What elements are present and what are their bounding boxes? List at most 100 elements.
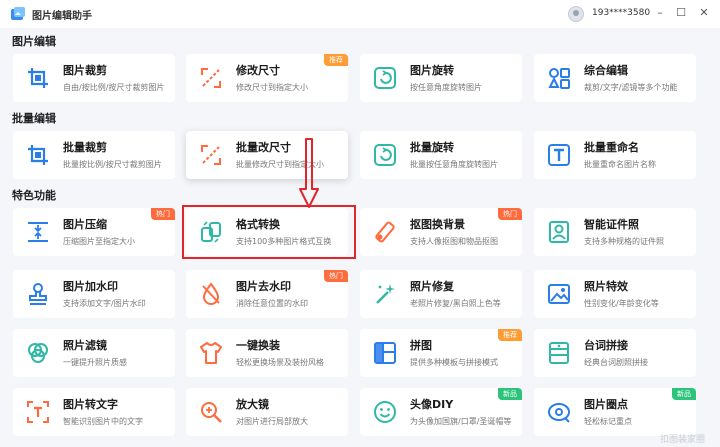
- section-title-batch: 批量编辑: [12, 112, 56, 125]
- card-outfit-change[interactable]: 一键换装 轻松更换场景及装扮风格: [186, 329, 348, 377]
- card-name: 图片裁剪: [63, 64, 107, 77]
- close-button[interactable]: ✕: [696, 5, 712, 21]
- card-subtitle-stitch[interactable]: 台词拼接 经典台词剧照拼接: [534, 329, 696, 377]
- card-desc: 批量按任意角度旋转图片: [410, 160, 498, 169]
- card-desc: 裁剪/文字/滤镜等多个功能: [584, 83, 678, 92]
- card-avatar-diy[interactable]: 头像DIY 为头像加国旗/口罩/圣诞帽等 新品: [360, 388, 522, 436]
- card-name: 抠图换背景: [410, 218, 465, 231]
- card-image-to-text[interactable]: 图片转文字 智能识别图片中的文字: [13, 388, 175, 436]
- card-batch-resize[interactable]: 批量改尺寸 批量修改尺寸到指定大小: [186, 131, 348, 179]
- card-desc: 性别变化/年龄变化等: [584, 299, 659, 308]
- card-desc: 智能识别图片中的文字: [63, 417, 143, 426]
- eraser-icon: [375, 221, 395, 243]
- recommend-badge: 推荐: [324, 54, 348, 66]
- card-desc: 老照片修复/黑白照上色等: [410, 299, 501, 308]
- card-desc: 修改尺寸到指定大小: [236, 83, 308, 92]
- card-name: 图片压缩: [63, 218, 107, 231]
- card-crop[interactable]: 图片裁剪 自由/按比例/按尺寸裁剪图片: [13, 54, 175, 102]
- shirt-icon: [200, 342, 222, 364]
- card-name: 照片修复: [410, 280, 454, 293]
- card-name: 图片去水印: [236, 280, 291, 293]
- card-compress[interactable]: 图片压缩 压缩图片至指定大小 热门: [13, 208, 175, 256]
- minimize-button[interactable]: –: [652, 5, 668, 21]
- down-arrow-annotation-icon: [299, 138, 319, 208]
- subtitle-icon: [549, 342, 569, 364]
- card-add-watermark[interactable]: 图片加水印 支持添加文字/图片水印: [13, 270, 175, 318]
- card-name: 拼图: [410, 339, 432, 352]
- avatar[interactable]: [568, 6, 584, 22]
- card-batch-rotate[interactable]: 批量旋转 批量按任意角度旋转图片: [360, 131, 522, 179]
- card-rotate[interactable]: 图片旋转 按任意角度旋转图片: [360, 54, 522, 102]
- card-desc: 压缩图片至指定大小: [63, 237, 135, 246]
- card-desc: 支持添加文字/图片水印: [63, 299, 146, 308]
- crop-icon: [28, 68, 48, 88]
- card-composite-edit[interactable]: 综合编辑 裁剪/文字/滤镜等多个功能: [534, 54, 696, 102]
- hot-badge: 热门: [324, 270, 348, 282]
- compress-icon: [28, 222, 48, 242]
- watermark-text: 扣图装家圈: [660, 435, 706, 445]
- card-batch-crop[interactable]: 批量裁剪 批量按比例/按尺寸裁剪图片: [13, 131, 175, 179]
- card-desc: 消除任意位置的水印: [236, 299, 308, 308]
- card-name: 批量裁剪: [63, 141, 107, 154]
- card-photo-filter[interactable]: 照片滤镜 一键提升照片质感: [13, 329, 175, 377]
- card-image-mark[interactable]: 图片圈点 轻松标记重点 新品: [534, 388, 696, 436]
- card-desc: 一键提升照片质感: [63, 358, 127, 367]
- maximize-button[interactable]: ☐: [673, 5, 689, 21]
- card-name: 智能证件照: [584, 218, 639, 231]
- resize-icon: [201, 145, 221, 165]
- id-photo-icon: [549, 221, 569, 243]
- mark-icon: [548, 403, 570, 423]
- card-desc: 为头像加国旗/口罩/圣诞帽等: [410, 417, 512, 426]
- image-icon: [548, 284, 570, 304]
- card-name: 图片圈点: [584, 398, 628, 411]
- section-title-edit: 图片编辑: [12, 35, 56, 48]
- card-name: 批量重命名: [584, 141, 639, 154]
- card-photo-repair[interactable]: 照片修复 老照片修复/黑白照上色等: [360, 270, 522, 318]
- rotate-icon: [374, 67, 396, 89]
- card-name: 放大镜: [236, 398, 269, 411]
- resize-icon: [201, 68, 221, 88]
- collage-icon: [374, 342, 396, 364]
- card-cutout[interactable]: 抠图换背景 支持人像抠图和物品抠图 热门: [360, 208, 522, 256]
- card-desc: 批量重命名图片名称: [584, 160, 656, 169]
- card-name: 照片滤镜: [63, 339, 107, 352]
- rename-icon: [548, 144, 570, 166]
- magnifier-icon: [201, 402, 222, 423]
- title-bar: 图片编辑助手 193****3580 – ☐ ✕: [0, 0, 720, 28]
- new-badge: 新品: [498, 388, 522, 400]
- card-name: 一键换装: [236, 339, 280, 352]
- card-magnifier[interactable]: 放大镜 对图片进行局部放大: [186, 388, 348, 436]
- card-desc: 按任意角度旋转图片: [410, 83, 482, 92]
- card-collage[interactable]: 拼图 提供多种模板与拼接模式 推荐: [360, 329, 522, 377]
- card-batch-rename[interactable]: 批量重命名 批量重命名图片名称: [534, 131, 696, 179]
- ocr-icon: [27, 401, 49, 423]
- card-remove-watermark[interactable]: 图片去水印 消除任意位置的水印 热门: [186, 270, 348, 318]
- card-desc: 轻松更换场景及装扮风格: [236, 358, 324, 367]
- username[interactable]: 193****3580: [592, 8, 650, 18]
- card-desc: 对图片进行局部放大: [236, 417, 308, 426]
- card-desc: 经典台词剧照拼接: [584, 358, 648, 367]
- card-name: 修改尺寸: [236, 64, 280, 77]
- crop-icon: [28, 145, 48, 165]
- card-photo-effects[interactable]: 照片特效 性别变化/年龄变化等: [534, 270, 696, 318]
- rotate-icon: [374, 144, 396, 166]
- card-resize[interactable]: 修改尺寸 修改尺寸到指定大小 推荐: [186, 54, 348, 102]
- card-name: 批量改尺寸: [236, 141, 291, 154]
- card-desc: 批量按比例/按尺寸裁剪图片: [63, 160, 162, 169]
- highlight-box: [182, 205, 356, 259]
- card-name: 照片特效: [584, 280, 628, 293]
- stamp-icon: [29, 283, 47, 305]
- card-name: 图片转文字: [63, 398, 118, 411]
- card-id-photo[interactable]: 智能证件照 支持多种规格的证件照: [534, 208, 696, 256]
- card-name: 图片加水印: [63, 280, 118, 293]
- card-name: 台词拼接: [584, 339, 628, 352]
- hot-badge: 热门: [498, 208, 522, 220]
- card-name: 批量旋转: [410, 141, 454, 154]
- filter-icon: [28, 343, 48, 363]
- app-logo-icon: [11, 7, 25, 20]
- smile-icon: [374, 401, 396, 423]
- card-desc: 支持多种规格的证件照: [584, 237, 664, 246]
- drop-icon: [202, 282, 220, 305]
- grid-icon: [548, 68, 570, 89]
- card-desc: 提供多种模板与拼接模式: [410, 358, 498, 367]
